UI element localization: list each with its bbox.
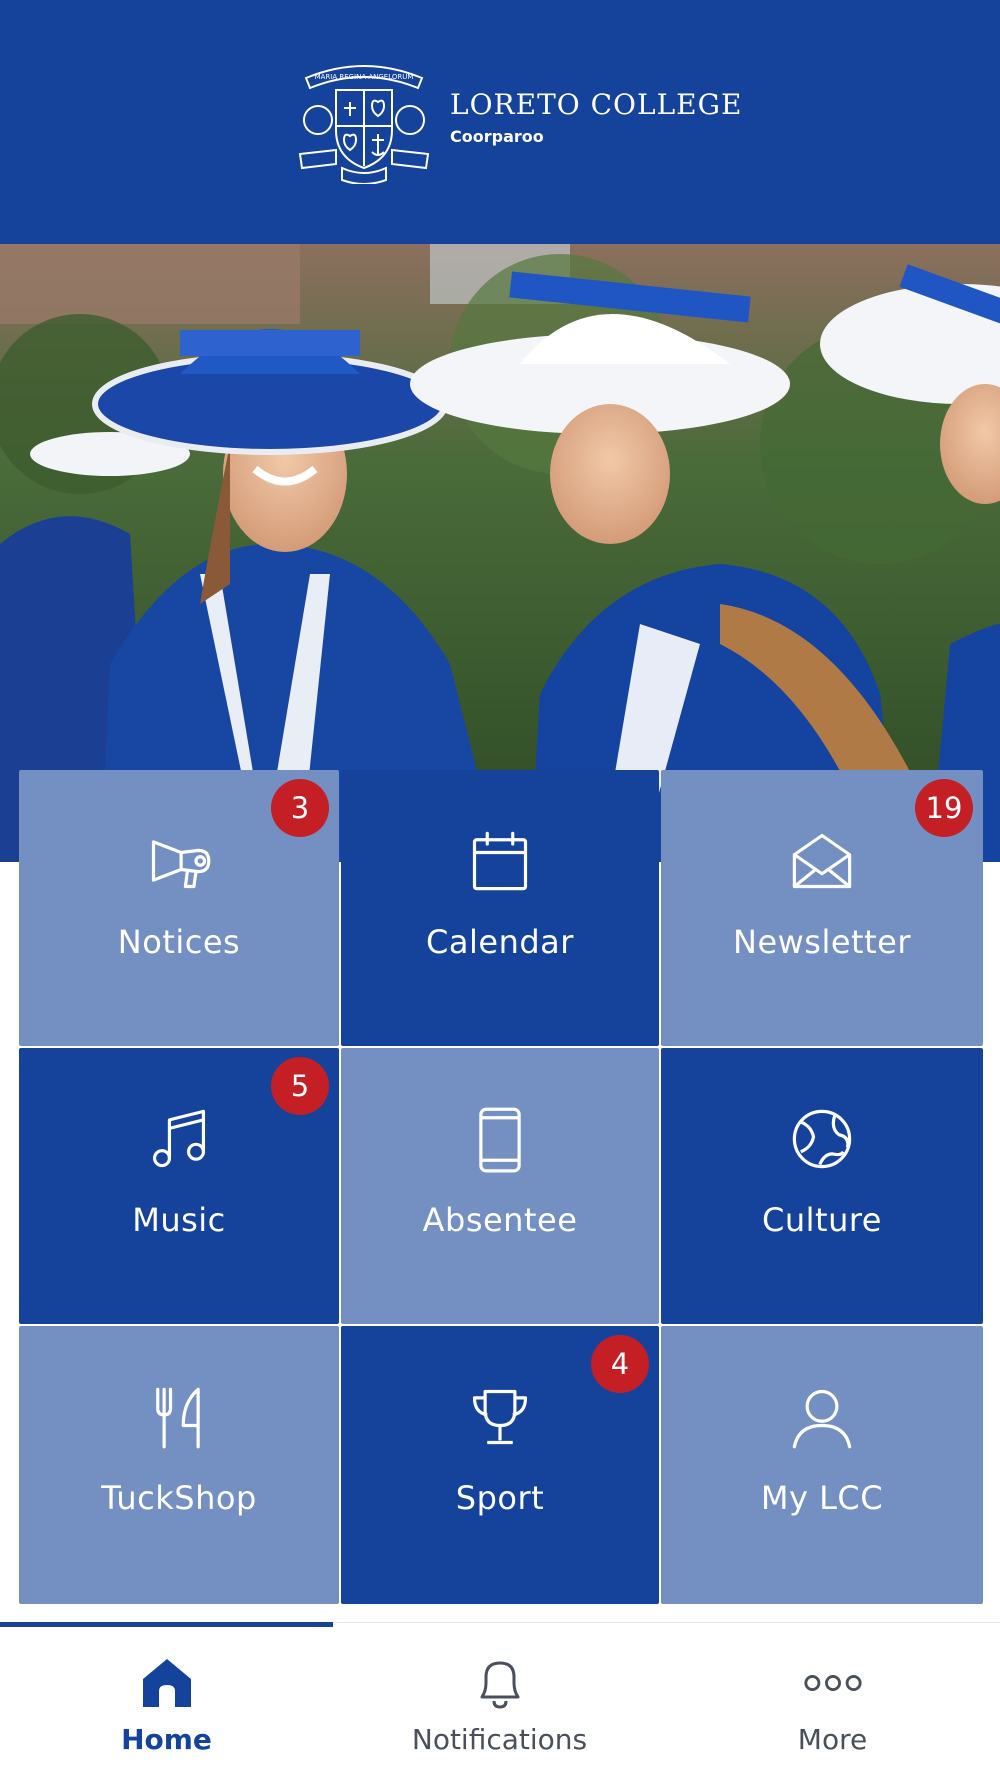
tile-label: Notices	[117, 923, 241, 961]
music-badge: 5	[271, 1057, 329, 1115]
tile-calendar[interactable]: Calendar	[341, 770, 659, 1046]
feature-tile-grid: Notices 3 Calendar Newsletter 19 Music 5…	[19, 770, 983, 1604]
tile-label: My LCC	[760, 1479, 884, 1517]
tile-label: TuckShop	[101, 1479, 257, 1517]
globe-icon	[787, 1104, 857, 1174]
tab-notifications[interactable]: Notifications	[333, 1623, 666, 1778]
tile-tuckshop[interactable]: TuckShop	[19, 1326, 339, 1604]
tile-absentee[interactable]: Absentee	[341, 1048, 659, 1324]
megaphone-icon	[144, 826, 214, 896]
campus-name: Coorparoo	[450, 127, 544, 146]
more-dots-icon	[803, 1653, 863, 1713]
tile-label: Sport	[455, 1479, 545, 1517]
tab-home[interactable]: Home	[0, 1623, 333, 1778]
tile-music[interactable]: Music 5	[19, 1048, 339, 1324]
bottom-tab-bar: Home Notifications More	[0, 1622, 1000, 1778]
tile-my-lcc[interactable]: My LCC	[661, 1326, 983, 1604]
tile-label: Music	[132, 1201, 226, 1239]
tile-label: Absentee	[422, 1201, 578, 1239]
tile-label: Culture	[762, 1201, 882, 1239]
tab-more-label: More	[797, 1723, 868, 1756]
tile-notices[interactable]: Notices 3	[19, 770, 339, 1046]
notices-badge: 3	[271, 779, 329, 837]
tile-culture[interactable]: Culture	[661, 1048, 983, 1324]
person-icon	[787, 1382, 857, 1452]
envelope-open-icon	[787, 826, 857, 896]
tile-sport[interactable]: Sport 4	[341, 1326, 659, 1604]
crest-motto-top: MARIA REGINA ANGELORUM	[315, 73, 414, 81]
school-crest-logo: MARIA REGINA ANGELORUM	[298, 65, 430, 184]
tab-more[interactable]: More	[666, 1623, 999, 1778]
bell-icon	[470, 1653, 530, 1713]
tab-home-label: Home	[121, 1723, 212, 1756]
music-note-icon	[144, 1104, 214, 1174]
phone-icon	[465, 1104, 535, 1174]
calendar-icon	[465, 826, 535, 896]
tab-notifications-label: Notifications	[411, 1723, 588, 1756]
tile-label: Newsletter	[733, 923, 911, 961]
home-icon	[137, 1653, 197, 1713]
newsletter-badge: 19	[915, 779, 973, 837]
tile-label: Calendar	[426, 923, 574, 961]
sport-badge: 4	[591, 1335, 649, 1393]
school-name: LORETO COLLEGE	[450, 88, 743, 121]
trophy-icon	[465, 1382, 535, 1452]
app-header: MARIA REGINA ANGELORUM LORETO COLLEGE Co…	[0, 0, 1000, 244]
tile-newsletter[interactable]: Newsletter 19	[661, 770, 983, 1046]
fork-knife-icon	[144, 1382, 214, 1452]
brand-text: LORETO COLLEGE Coorparoo	[450, 88, 742, 148]
